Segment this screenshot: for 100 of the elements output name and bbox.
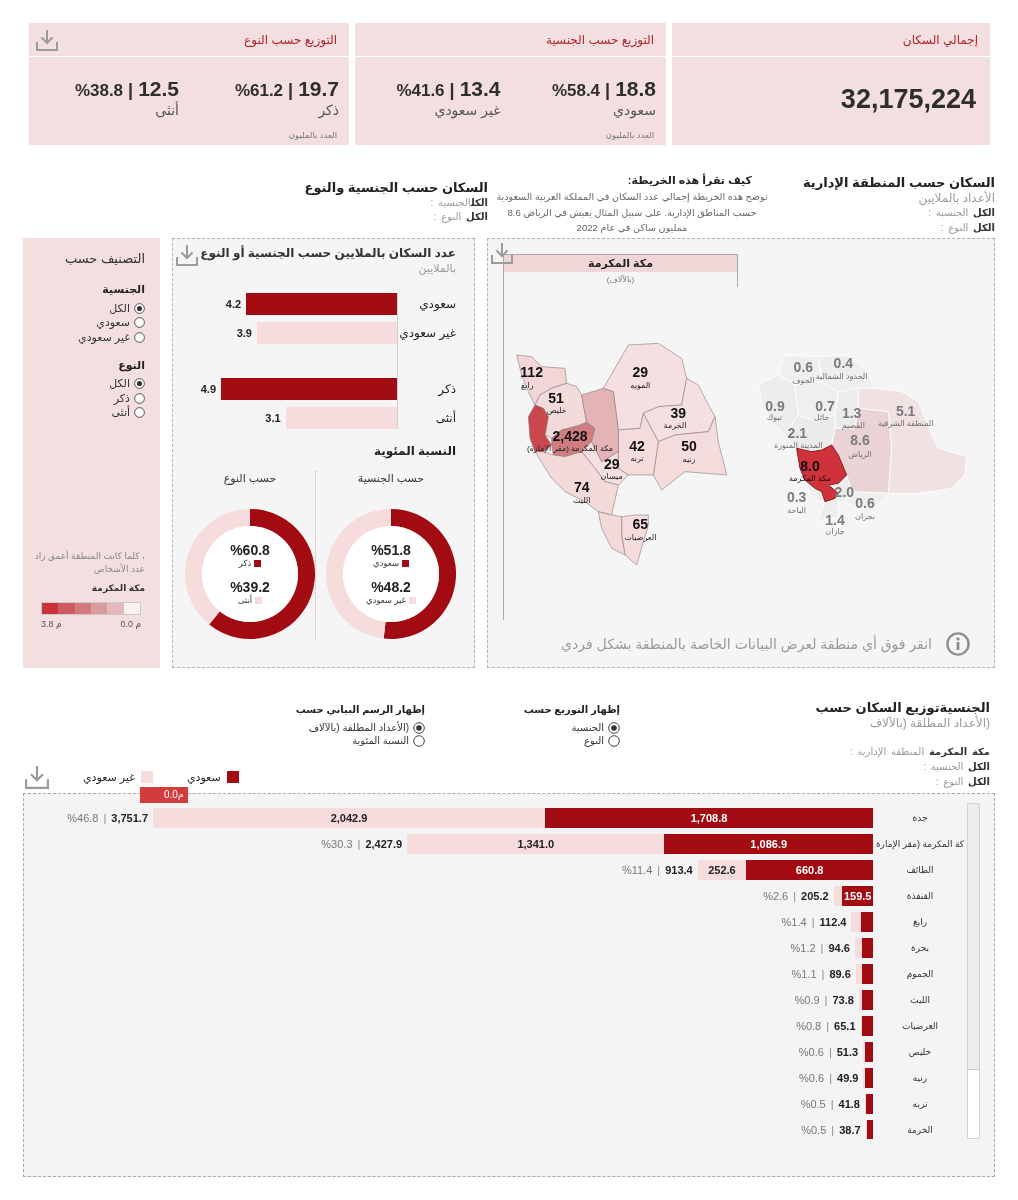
download-icon[interactable] — [176, 244, 198, 266]
row-label: رنيه — [912, 1073, 928, 1083]
row-label: الجموم — [906, 969, 934, 979]
row-label: تربه — [912, 1099, 928, 1109]
separator: | — [103, 812, 107, 824]
row-total: 73.8 — [832, 994, 854, 1006]
filter-text: الكل النوع : — [935, 775, 990, 789]
separator: | — [128, 80, 134, 101]
row-label: رابغ — [912, 917, 928, 927]
section-title: السكان حسب المنطقة الإدارية — [802, 175, 995, 191]
map-area[interactable] — [603, 343, 687, 431]
separator: | — [811, 916, 815, 928]
download-icon[interactable] — [25, 765, 49, 789]
radio-option[interactable]: الجنسية — [571, 721, 620, 734]
region-value-label: 2.0 — [834, 483, 855, 500]
row-label: جدة — [912, 813, 928, 823]
group-label: الجنسية — [102, 283, 145, 296]
filter-text: الكل النوع : — [940, 220, 995, 235]
separator: | — [831, 1124, 835, 1136]
section-subtitle: (الأعداد المطلقة (بالآلاف — [869, 716, 990, 731]
scrollbar-thumb[interactable] — [968, 804, 979, 1070]
area-name-label: المويه — [630, 380, 651, 390]
bar-value: 3.9 — [236, 327, 252, 339]
bar-value: 1,341.0 — [517, 838, 555, 850]
row-label: الطائف — [906, 865, 934, 875]
axis-tag: 0.0م — [140, 787, 188, 803]
separator: | — [824, 994, 828, 1006]
separator: | — [820, 942, 824, 954]
radio-option[interactable]: (الأعداد المطلقة (بالآلاف — [308, 721, 425, 734]
row-total: 41.8 — [838, 1098, 860, 1110]
row-share: %11.4 — [621, 864, 653, 876]
scale-max-label: 3.8 م — [41, 619, 62, 630]
bar-value: 1,708.8 — [690, 812, 728, 824]
separator: | — [828, 1046, 832, 1058]
panel-title: التصنيف حسب — [64, 251, 145, 267]
card-title: التوزيع حسب الجنسية — [545, 32, 654, 47]
radio-option[interactable]: غير سعودي — [78, 330, 145, 345]
area-value-label: 112 — [520, 363, 543, 380]
bar-value: 4.9 — [200, 383, 216, 395]
donut-category: ذكر — [238, 558, 252, 569]
separator: | — [793, 890, 797, 902]
separator: | — [821, 968, 825, 980]
stat-label: سعودي — [613, 102, 656, 118]
unit-note: العدد بالمليون — [605, 130, 654, 140]
region-value-label: 0.3 — [786, 489, 807, 506]
separator: | — [449, 80, 455, 101]
area-name-label: رنيه — [682, 454, 696, 464]
radio-option[interactable]: الكل — [109, 376, 145, 391]
radio-option[interactable]: سعودي — [96, 315, 145, 330]
radio-option[interactable]: الكل — [109, 301, 145, 316]
donut-value: %51.8 — [371, 542, 411, 558]
stat-value: 18.8 — [615, 77, 656, 101]
bar-value: 1,086.9 — [750, 838, 788, 850]
radio-option[interactable]: النوع — [584, 734, 620, 747]
swatch-icon — [409, 597, 417, 604]
area-name-label: الليث — [572, 495, 591, 505]
region-name-label: الباحة — [787, 505, 807, 515]
legend-label: غير سعودي — [83, 770, 135, 784]
area-name-label: تربه — [630, 453, 644, 463]
region-name-label: الحدود الشمالية — [815, 372, 868, 382]
row-share: %0.9 — [794, 994, 820, 1006]
bar-value: 252.6 — [708, 864, 736, 876]
region-value-label: 0.9 — [765, 397, 785, 414]
category-label: أنثى — [435, 411, 456, 425]
region-name-label: نجران — [855, 512, 875, 522]
group-label: النوع — [118, 358, 145, 372]
scrollbar[interactable] — [967, 803, 980, 1139]
separator: | — [288, 80, 294, 101]
area-value-label: 65 — [632, 516, 649, 533]
donut-category: سعودي — [373, 558, 400, 569]
row-total: 51.3 — [836, 1046, 859, 1058]
chart-subtitle: بالملايين — [418, 261, 456, 275]
donut-title: حسب النوع — [223, 471, 277, 485]
section-heading: النسبة المئوية — [373, 444, 456, 459]
map-area[interactable] — [653, 416, 727, 491]
category-label: سعودي — [419, 297, 456, 311]
filter-text: الكل النوع : — [433, 210, 488, 224]
area-value-label: 74 — [573, 479, 590, 496]
region-value-label: 5.1 — [895, 403, 916, 419]
radio-option[interactable]: ذكر — [113, 391, 145, 406]
info-icon — [946, 632, 970, 656]
region-name-label: حائل — [813, 413, 830, 423]
row-label: العرضيات — [901, 1021, 939, 1031]
row-total: 49.9 — [837, 1072, 859, 1084]
stat-value: 12.5 — [138, 77, 179, 101]
region-name-label: الجوف — [792, 376, 815, 386]
area-name-label: العرضيات — [624, 533, 657, 543]
bar-value: 3.1 — [265, 412, 281, 424]
download-icon[interactable] — [491, 242, 513, 264]
radio-option[interactable]: النسبة المئوية — [352, 734, 425, 747]
guide-title: كيف تقرأ هذه الخريطة: — [627, 173, 752, 187]
legend-note: ، كلما كانت المنطقة أعمق زاد عدد الأشخاص — [33, 550, 145, 576]
swatch-icon — [402, 560, 410, 567]
area-value-label: 42 — [629, 437, 645, 454]
radio-option[interactable]: أنثى — [111, 405, 145, 420]
area-value-label: 29 — [632, 363, 649, 380]
row-total: 65.1 — [834, 1020, 856, 1032]
row-share: %0.5 — [800, 1098, 826, 1110]
row-total: 913.4 — [665, 864, 693, 876]
bar-value: 159.5 — [843, 890, 872, 902]
